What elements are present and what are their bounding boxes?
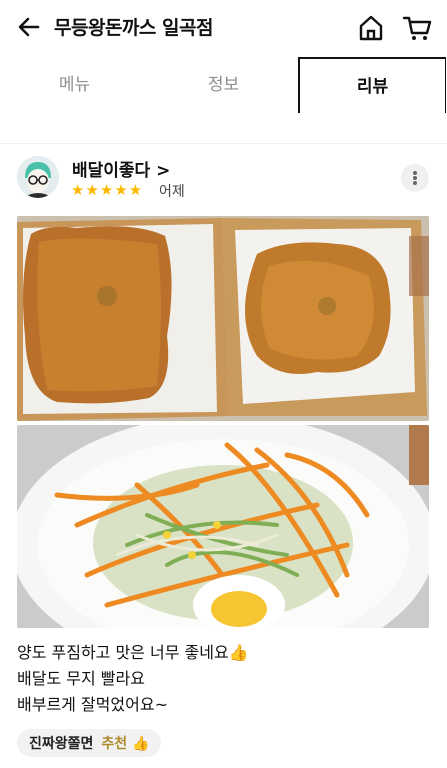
review-photo-noodle-salad[interactable] (17, 425, 429, 628)
review-line: 양도 푸짐하고 맛은 너무 좋네요👍 (17, 643, 249, 662)
tab-menu[interactable]: 메뉴 (0, 57, 149, 113)
arrow-left-icon[interactable] (12, 10, 46, 44)
top-bar: 무등왕돈까스 일곡점 (0, 0, 447, 54)
menu-name: 진짜왕쫄면 (29, 736, 94, 752)
tab-review[interactable]: 리뷰 (298, 57, 446, 114)
review-line: 배부르게 잘먹었어요~ (17, 695, 168, 714)
review-line: 배달도 무지 빨라요 (17, 669, 145, 688)
home-icon[interactable] (354, 11, 388, 45)
more-vertical-icon[interactable] (401, 164, 429, 192)
store-title: 무등왕돈까스 일곡점 (54, 17, 213, 39)
star-rating: ★★★★★ (71, 181, 144, 199)
recommend-label: 추천 👍 (101, 736, 150, 752)
tab-bar: 메뉴 정보 리뷰 (0, 57, 447, 114)
tab-info[interactable]: 정보 (149, 57, 298, 113)
review-text: 양도 푸짐하고 맛은 너무 좋네요👍 배달도 무지 빨라요 배부르게 잘먹었어요… (17, 640, 249, 718)
review-photo-cutlet[interactable] (17, 216, 429, 421)
reviewer-name[interactable]: 배달이좋다 > (72, 156, 170, 181)
review-date: 어제 (159, 184, 185, 200)
avatar-face-icon (17, 156, 59, 198)
cart-icon[interactable] (400, 11, 434, 45)
section-divider (0, 113, 447, 144)
avatar[interactable] (17, 156, 59, 198)
recommended-menu-tag[interactable]: 진짜왕쫄면 추천 👍 (17, 729, 162, 757)
